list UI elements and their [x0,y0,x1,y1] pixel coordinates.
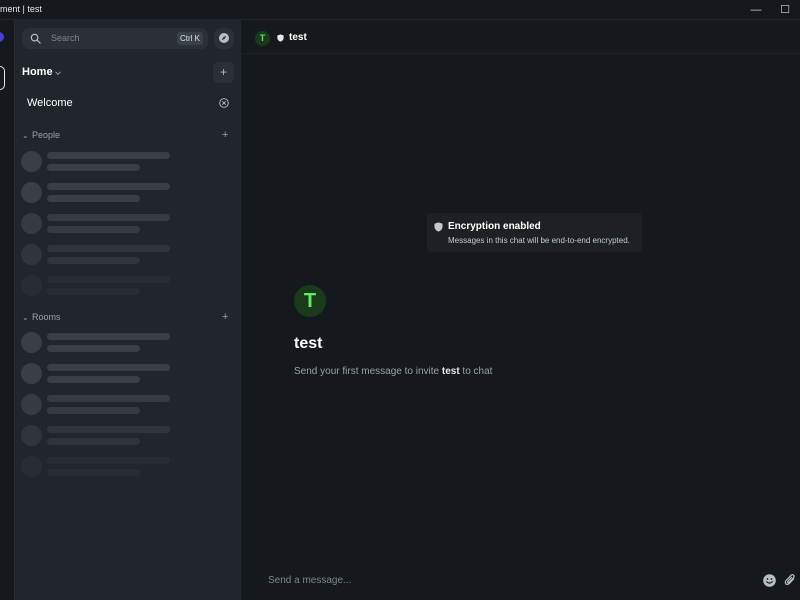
section-label: Rooms [32,312,61,322]
room-avatar[interactable]: T [255,31,270,46]
paperclip-icon[interactable] [784,573,796,588]
invite-hint-name: test [441,366,460,377]
explore-rooms-button[interactable] [214,28,234,49]
skeleton-avatar [21,394,42,415]
home-space-button[interactable] [0,66,5,90]
loading-placeholder [21,332,181,358]
skeleton-avatar [21,332,42,353]
window-title: ment | test [0,4,42,14]
skeleton-line [47,288,140,295]
skeleton-line [47,364,170,371]
skeleton-line [47,407,140,414]
shield-icon [277,34,284,42]
search-input[interactable]: Search Ctrl K [22,28,208,49]
loading-placeholder [21,425,181,451]
loading-placeholder [21,244,181,270]
loading-placeholder [21,151,181,177]
room-item-welcome[interactable]: Welcome [15,91,241,115]
close-icon[interactable] [219,98,229,108]
space-rail [0,20,15,600]
skeleton-avatar [21,363,42,384]
add-room-section-button[interactable]: + [222,311,228,323]
compass-icon [219,33,229,43]
room-header[interactable]: T test [241,20,800,54]
loading-placeholder [21,456,181,482]
loading-placeholder [21,182,181,208]
search-placeholder: Search [51,33,80,43]
room-list-panel: Search Ctrl K Home + Welcome ⌄People + [15,20,241,600]
skeleton-line [47,226,140,233]
skeleton-avatar [21,456,42,477]
room-item-label: Welcome [27,97,73,109]
message-composer[interactable]: Send a message... [268,575,351,586]
skeleton-avatar [21,151,42,172]
skeleton-avatar [21,213,42,234]
loading-placeholder [21,275,181,301]
skeleton-line [47,426,170,433]
skeleton-line [47,457,170,464]
skeleton-line [47,257,140,264]
loading-placeholder [21,394,181,420]
window-titlebar: ment | test — ☐ [0,0,800,20]
section-header-people[interactable]: ⌄ People [22,130,60,140]
encryption-title: Encryption enabled [448,221,541,232]
skeleton-line [47,183,170,190]
add-room-button[interactable]: + [213,62,234,83]
chevron-down-icon[interactable] [55,70,61,76]
skeleton-avatar [21,275,42,296]
search-shortcut: Ctrl K [177,32,203,45]
shield-icon [434,222,443,232]
skeleton-avatar [21,182,42,203]
chevron-down-icon: ⌄ [22,131,29,140]
home-header[interactable]: Home [22,66,53,78]
room-avatar-large[interactable]: T [294,285,326,317]
skeleton-line [47,214,170,221]
skeleton-line [47,376,140,383]
encryption-notice: Encryption enabled Messages in this chat… [427,213,642,252]
chevron-down-icon: ⌄ [22,313,29,322]
skeleton-line [47,152,170,159]
maximize-button[interactable]: ☐ [771,0,799,20]
emoji-icon[interactable] [763,574,776,587]
room-view: T test Encryption enabled Messages in th… [241,20,800,600]
minimize-button[interactable]: — [742,0,770,20]
room-title: test [294,335,323,352]
room-name[interactable]: test [289,32,307,43]
skeleton-line [47,245,170,252]
skeleton-line [47,345,140,352]
skeleton-avatar [21,244,42,265]
skeleton-avatar [21,425,42,446]
skeleton-line [47,276,170,283]
loading-placeholder [21,363,181,389]
invite-hint: Send your first message to invite test t… [294,366,492,377]
add-people-button[interactable]: + [222,129,228,141]
skeleton-line [47,333,170,340]
encryption-subtitle: Messages in this chat will be end-to-end… [448,236,630,245]
skeleton-line [47,469,140,476]
loading-placeholder [21,213,181,239]
skeleton-line [47,438,140,445]
invite-hint-prefix: Send your first message to invite [294,366,442,377]
skeleton-line [47,164,140,171]
search-icon [30,33,41,44]
skeleton-line [47,395,170,402]
section-label: People [32,130,61,140]
skeleton-line [47,195,140,202]
invite-hint-suffix: to chat [459,366,493,377]
section-header-rooms[interactable]: ⌄ Rooms [22,312,61,322]
space-avatar[interactable] [0,32,4,42]
